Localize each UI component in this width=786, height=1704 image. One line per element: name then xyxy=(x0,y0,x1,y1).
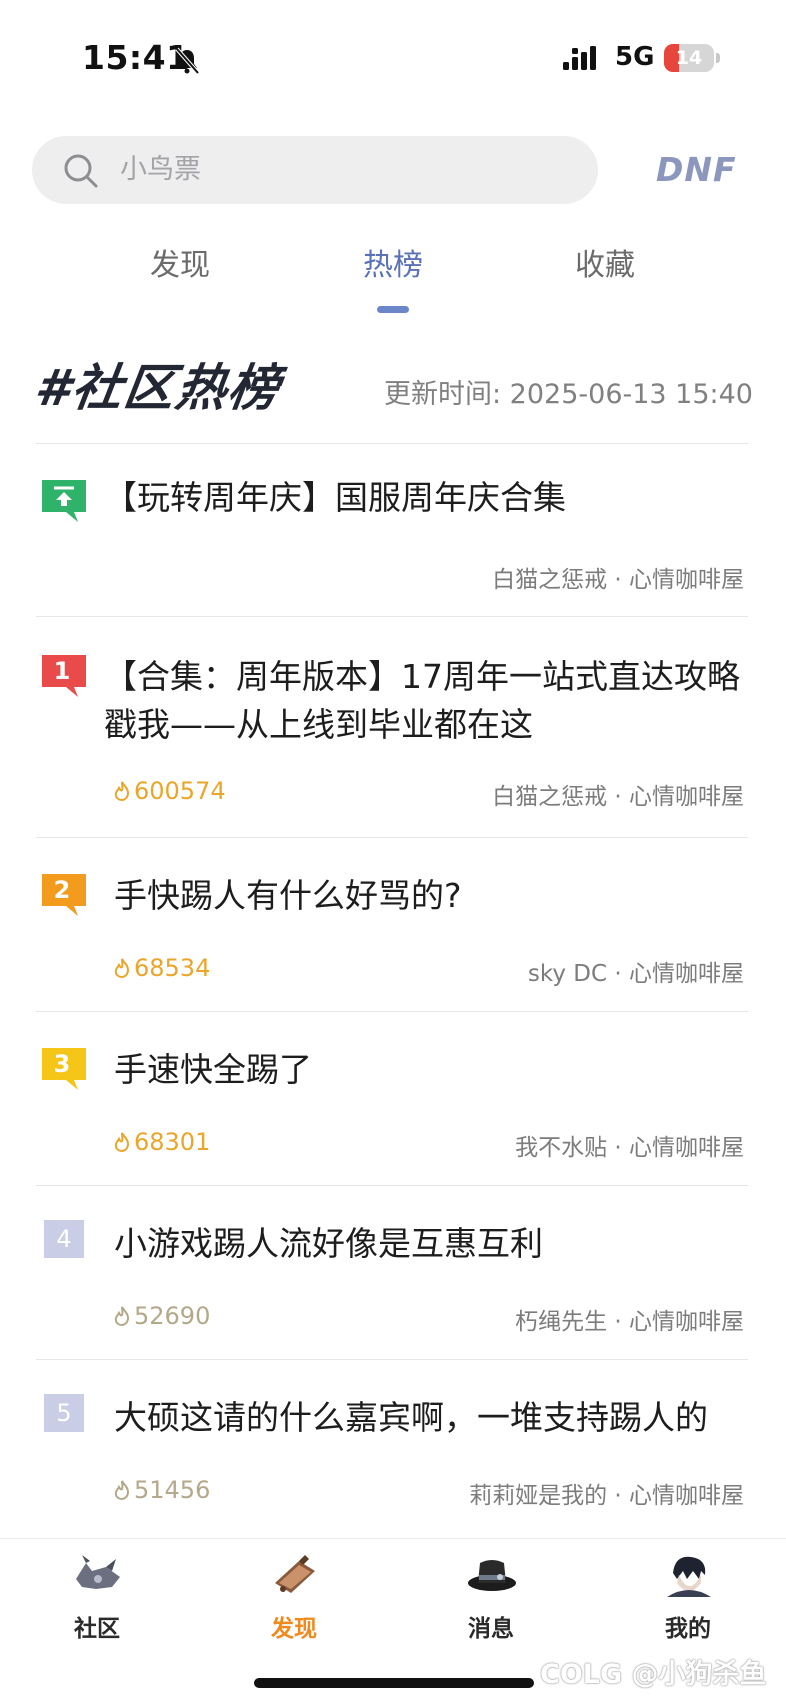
rank-badge-4: 4 xyxy=(44,1220,84,1258)
search-bar[interactable]: 小鸟票 xyxy=(32,136,598,204)
tab-active-indicator xyxy=(377,306,409,313)
flame-icon xyxy=(114,781,130,802)
item-title[interactable]: 手快踢人有什么好骂的? xyxy=(114,872,754,920)
discover-icon xyxy=(275,1555,315,1593)
community-icon xyxy=(76,1555,120,1589)
battery-icon: 14 xyxy=(664,44,720,72)
nav-label: 社区 xyxy=(74,1616,120,1642)
flame-icon xyxy=(114,1306,130,1327)
message-icon xyxy=(468,1560,516,1591)
pinned-badge-icon xyxy=(40,478,90,522)
nav-community[interactable]: 社区 xyxy=(37,1539,157,1659)
tab-hot[interactable]: 热榜 xyxy=(323,240,463,284)
item-author[interactable]: sky DC · 心情咖啡屋 xyxy=(528,954,744,988)
item-title[interactable]: 【玩转周年庆】国服周年庆合集 xyxy=(104,474,744,522)
nav-label: 发现 xyxy=(271,1616,317,1642)
flame-icon xyxy=(114,958,130,979)
item-title[interactable]: 大硕这请的什么嘉宾啊，一堆支持踢人的 xyxy=(114,1394,754,1442)
item-title[interactable]: 小游戏踢人流好像是互惠互利 xyxy=(114,1220,754,1268)
list-item[interactable]: 3 手速快全踢了 68301 我不水贴 · 心情咖啡屋 xyxy=(0,1012,786,1185)
battery-level: 14 xyxy=(675,47,703,69)
heat-count: 51456 xyxy=(112,1476,210,1504)
network-type: 5G xyxy=(615,42,655,72)
rank-badge-2: 2 xyxy=(40,872,90,916)
tab-discover[interactable]: 发现 xyxy=(110,240,250,284)
game-switch-logo[interactable]: DNF xyxy=(656,150,737,189)
tab-favorites[interactable]: 收藏 xyxy=(535,240,675,284)
list-item[interactable]: 5 大硕这请的什么嘉宾啊，一堆支持踢人的 51456 莉莉娅是我的 · 心情咖啡… xyxy=(0,1360,786,1533)
heat-value: 68301 xyxy=(134,1128,211,1156)
heat-value: 52690 xyxy=(134,1302,211,1330)
home-indicator[interactable] xyxy=(254,1678,534,1688)
rank-badge-1: 1 xyxy=(40,653,90,697)
item-author[interactable]: 莉莉娅是我的 · 心情咖啡屋 xyxy=(469,1476,744,1510)
item-author[interactable]: 白猫之惩戒 · 心情咖啡屋 xyxy=(492,560,744,594)
item-title[interactable]: 【合集：周年版本】17周年一站式直达攻略戳我——从上线到毕业都在这 xyxy=(104,653,744,749)
signal-icon xyxy=(563,46,596,70)
item-author[interactable]: 白猫之惩戒 · 心情咖啡屋 xyxy=(492,777,744,811)
nav-discover[interactable]: 发现 xyxy=(234,1539,354,1659)
heat-count: 600574 xyxy=(112,777,226,805)
heat-value: 68534 xyxy=(134,954,211,982)
nav-messages[interactable]: 消息 xyxy=(431,1539,551,1659)
heat-count: 68301 xyxy=(112,1128,210,1156)
flame-icon xyxy=(114,1480,130,1501)
heat-value: 51456 xyxy=(134,1476,211,1504)
rank-number: 1 xyxy=(53,657,71,685)
list-item[interactable]: 2 手快踢人有什么好骂的? 68534 sky DC · 心情咖啡屋 xyxy=(0,838,786,1011)
status-bar: 15:41 5G 14 xyxy=(0,0,786,120)
item-author[interactable]: 朽绳先生 · 心情咖啡屋 xyxy=(515,1302,744,1336)
search-icon xyxy=(64,154,98,188)
heat-count: 52690 xyxy=(112,1302,210,1330)
rank-number: 2 xyxy=(53,876,71,904)
rank-badge-5: 5 xyxy=(44,1394,84,1432)
update-time: 更新时间: 2025-06-13 15:40 xyxy=(384,379,753,410)
search-input[interactable]: 小鸟票 xyxy=(120,136,201,204)
item-title[interactable]: 手速快全踢了 xyxy=(114,1046,754,1094)
flame-icon xyxy=(114,1132,130,1153)
section-title: #社区热榜 xyxy=(31,359,285,417)
heat-count: 68534 xyxy=(112,954,210,982)
list-item[interactable]: 【玩转周年庆】国服周年庆合集 白猫之惩戒 · 心情咖啡屋 xyxy=(0,444,786,616)
profile-icon xyxy=(667,1556,711,1597)
heat-value: 600574 xyxy=(134,777,226,805)
nav-profile[interactable]: 我的 xyxy=(628,1539,748,1659)
nav-label: 消息 xyxy=(468,1616,514,1642)
rank-number: 3 xyxy=(53,1050,71,1078)
item-author[interactable]: 我不水贴 · 心情咖啡屋 xyxy=(515,1128,744,1162)
bell-muted-icon xyxy=(175,47,200,75)
nav-label: 我的 xyxy=(665,1616,711,1642)
watermark: COLG @小狗杀鱼 xyxy=(540,1659,767,1690)
list-item[interactable]: 1 【合集：周年版本】17周年一站式直达攻略戳我——从上线到毕业都在这 6005… xyxy=(0,617,786,837)
rank-badge-3: 3 xyxy=(40,1046,90,1090)
list-item[interactable]: 4 小游戏踢人流好像是互惠互利 52690 朽绳先生 · 心情咖啡屋 xyxy=(0,1186,786,1359)
